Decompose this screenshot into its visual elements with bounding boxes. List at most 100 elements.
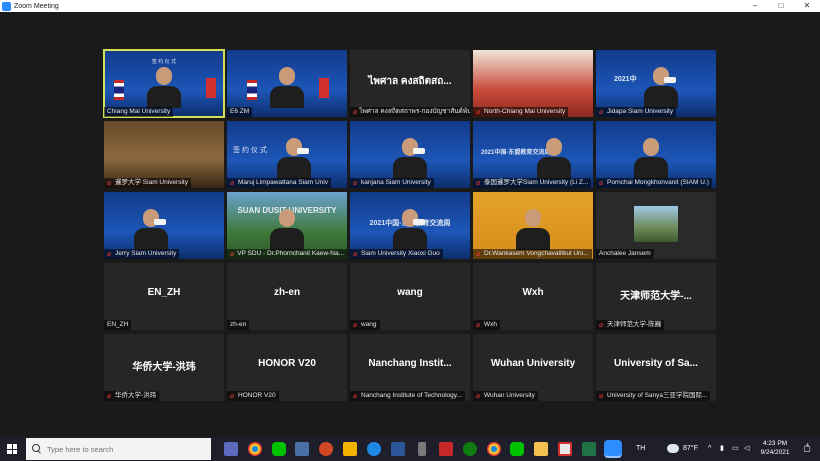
chrome-alt-icon[interactable]	[487, 442, 501, 456]
weather-temperature[interactable]: 87°F	[683, 437, 698, 461]
participant-video	[147, 67, 181, 108]
chrome-icon[interactable]	[248, 442, 262, 456]
participant-tile[interactable]: ⌀ 暹罗大学 Siam University	[104, 121, 224, 188]
participant-tile[interactable]: ⌀ Jerry Siam University	[104, 192, 224, 259]
participant-tile[interactable]: ⌀ kanjana Siam University	[350, 121, 470, 188]
line-icon[interactable]	[272, 442, 286, 456]
volume-icon[interactable]: ◁	[744, 437, 749, 461]
participant-tile[interactable]: E6 ZM	[227, 50, 347, 117]
microphone-icon[interactable]: ▮	[720, 437, 724, 461]
participant-name-label: ⌀ University of Sanya三亚学院国际...	[596, 391, 711, 401]
participant-tile[interactable]: SUAN DUSIT UNIVERSITY ⌀ VP SDU - Dr.Phorn…	[227, 192, 347, 259]
muted-mic-icon: ⌀	[599, 108, 604, 116]
muted-mic-icon: ⌀	[230, 392, 235, 400]
muted-mic-icon: ⌀	[230, 250, 235, 258]
title-bar: Zoom Meeting – □ ✕	[0, 0, 820, 12]
participant-tile[interactable]: 签 约 仪 式 ⌀ Maruj Limpawattana Siam Univ	[227, 121, 347, 188]
participant-tile[interactable]: ⌀ North-Chiang Mai University	[473, 50, 593, 117]
participant-tile[interactable]: ⌀ Pornchai Mongkhonvanit (SIAM U.)	[596, 121, 716, 188]
xbox-icon[interactable]	[463, 442, 477, 456]
participant-video	[516, 209, 550, 250]
muted-mic-icon: ⌀	[353, 179, 358, 187]
participant-video	[644, 67, 678, 108]
muted-mic-icon: ⌀	[599, 392, 604, 400]
muted-mic-icon: ⌀	[353, 108, 358, 116]
language-indicator[interactable]: TH	[636, 437, 645, 461]
system-clock[interactable]: 4:23 PM 9/24/2021	[752, 439, 798, 457]
participant-tile[interactable]: University of Sa... ⌀ University of Sanya…	[596, 334, 716, 401]
start-button[interactable]	[0, 437, 24, 461]
participant-tile[interactable]: 2021中国-东盟教育交流周 ⌀Siam University Xiaoxi G…	[350, 192, 470, 259]
participant-tile[interactable]: ไพศาล คงสถิตสถ... ⌀ ไพศาล คงสถิตสถาพร-กอง…	[350, 50, 470, 117]
participant-tile[interactable]: HONOR V20 ⌀ HONOR V20	[227, 334, 347, 401]
participant-tile[interactable]: 签 约 仪 式 Chiang Mai University	[103, 49, 225, 118]
excel-icon[interactable]	[582, 442, 596, 456]
participant-name-label: ⌀ Jidapa Siam University	[596, 107, 677, 117]
battery-icon[interactable]: ▭	[732, 437, 739, 461]
participant-tile[interactable]: Wuhan University ⌀ Wuhan University	[473, 334, 593, 401]
taskbar-search-box[interactable]	[26, 438, 211, 460]
windows-logo-icon	[7, 444, 17, 454]
task-view-icon[interactable]	[224, 442, 238, 456]
participant-name-label: ⌀ Siam University Xiaoxi Guo	[350, 249, 443, 259]
thai-flag	[247, 80, 257, 100]
edge-icon[interactable]	[367, 442, 381, 456]
participant-tile[interactable]: 2021中 ⌀ Jidapa Siam University	[596, 50, 716, 117]
participant-video	[270, 67, 304, 108]
participant-name-label: ⌀ Wuhan University	[473, 391, 538, 401]
participant-display-name: ไพศาล คงสถิตสถ...	[368, 76, 452, 87]
participant-tile[interactable]: wang ⌀ wang	[350, 263, 470, 330]
video-app-icon[interactable]	[439, 442, 453, 456]
participant-tile[interactable]: 2021中国-东盟教育交流周 ⌀ 泰国暹罗大学Siam University (L…	[473, 121, 593, 188]
participant-name-label: ⌀ Pornchai Mongkhonvanit (SIAM U.)	[596, 178, 712, 188]
zoom-icon[interactable]	[604, 440, 622, 458]
participant-name-label: ⌀ Maruj Limpawattana Siam Univ	[227, 178, 331, 188]
maximize-button[interactable]: □	[768, 0, 794, 12]
tray-expand-icon[interactable]: ^	[708, 437, 711, 461]
line-alt-icon[interactable]	[510, 442, 524, 456]
participant-tile[interactable]: ⌀ Dr.Wankasem Vongchavalitkul Uni...	[473, 192, 593, 259]
powerpoint-icon[interactable]	[319, 442, 333, 456]
folder-icon[interactable]	[534, 442, 548, 456]
muted-mic-icon: ⌀	[476, 392, 481, 400]
close-button[interactable]: ✕	[794, 0, 820, 12]
participant-display-name: zh-en	[273, 287, 301, 298]
china-flag	[206, 78, 216, 98]
participant-name-label: ⌀ wang	[350, 320, 380, 330]
participant-name-label: ⌀ VP SDU - Dr.Phornchanit Kaew-Na...	[227, 249, 347, 259]
participant-display-name: 华侨大学-洪玮	[132, 362, 196, 373]
participant-video	[277, 138, 311, 179]
participant-tile[interactable]: Anchalee Jansem	[596, 192, 716, 259]
participant-tile[interactable]: Wxh ⌀ Wxh	[473, 263, 593, 330]
muted-mic-icon: ⌀	[599, 321, 604, 329]
participant-name-label: E6 ZM	[227, 107, 253, 117]
file-explorer-icon[interactable]	[295, 442, 309, 456]
phone-icon[interactable]	[418, 442, 426, 456]
participant-tile[interactable]: EN_ZH EN_ZH	[104, 263, 224, 330]
minimize-button[interactable]: –	[742, 0, 768, 12]
participant-tile[interactable]: zh-en zh-en	[227, 263, 347, 330]
search-icon	[32, 444, 42, 454]
pdf-icon[interactable]	[558, 442, 572, 456]
participant-name-label: zh-en	[227, 320, 250, 330]
participant-display-name: Wuhan University	[490, 358, 576, 369]
search-input[interactable]	[47, 444, 197, 454]
window-title: Zoom Meeting	[14, 2, 59, 10]
participant-tile[interactable]: 天津师范大学-... ⌀ 天津师范大学-陈巍	[596, 263, 716, 330]
word-icon[interactable]	[391, 442, 405, 456]
participant-display-name: 天津师范大学-...	[620, 291, 692, 302]
participant-video	[634, 138, 668, 179]
participant-name-label: ⌀ Nanchang Institute of Technology...	[350, 391, 465, 401]
participant-name-label: ⌀ Jerry Siam University	[104, 249, 180, 259]
muted-mic-icon: ⌀	[599, 179, 604, 187]
participant-video	[634, 206, 678, 242]
participant-tile[interactable]: 华侨大学-洪玮 ⌀ 华侨大学-洪玮	[104, 334, 224, 401]
participant-tile[interactable]: Nanchang Instit... ⌀ Nanchang Institute o…	[350, 334, 470, 401]
weather-cloud-icon	[667, 444, 679, 453]
muted-mic-icon: ⌀	[107, 392, 112, 400]
participant-name-label: ⌀ kanjana Siam University	[350, 178, 434, 188]
china-flag	[319, 78, 329, 98]
media-icon[interactable]	[343, 442, 357, 456]
participant-name-label: Chiang Mai University	[104, 107, 174, 117]
muted-mic-icon: ⌀	[476, 321, 481, 329]
